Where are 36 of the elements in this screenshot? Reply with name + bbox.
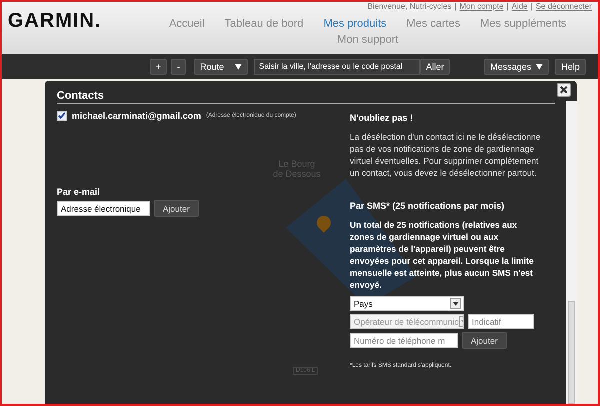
caret-icon xyxy=(235,64,242,70)
contact-email: michael.carminati@gmail.com xyxy=(72,111,202,121)
close-button[interactable] xyxy=(557,83,571,97)
checkbox[interactable] xyxy=(57,111,67,121)
sms-info-text: Un total de 25 notifications (relatives aux zones de gardiennage virtuel ou aux paramètres de l'appareil) peuvent être envoyées pour cet appareil. Lorsque la limite mensuelle est atteinte, plus aucun SMS n'est envoyé. xyxy=(350,219,535,291)
map-type-dropdown[interactable]: Route xyxy=(194,58,248,74)
phone-field[interactable]: Numéro de téléphone m xyxy=(350,333,458,348)
logo[interactable]: GARMIN. xyxy=(8,10,158,33)
reminder-text: La désélection d'un contact ici ne le désélectionne pas de vos notifications de zone de gardiennage virtuel éventuelles. Pour supprimer complètement un contact, vous devez le désélectionner partout. xyxy=(350,131,542,179)
account-link[interactable]: Se déconnecter xyxy=(536,2,592,11)
go-button[interactable]: Aller xyxy=(420,58,450,74)
zoom-out-button[interactable]: - xyxy=(171,58,186,74)
scrollbar-thumb[interactable] xyxy=(568,301,575,404)
account-link[interactable]: Mon compte xyxy=(460,2,504,11)
help-button[interactable]: Help xyxy=(555,58,586,74)
area-code-field[interactable]: Indicatif xyxy=(468,314,534,329)
add-button[interactable]: Ajouter xyxy=(154,200,199,217)
welcome-text: Bienvenue, Nutri-cycles xyxy=(368,2,452,11)
section-title: Par e-mail xyxy=(57,187,102,197)
country-dropdown[interactable]: Pays xyxy=(350,296,464,311)
email-field[interactable]: Adresse électronique xyxy=(57,201,150,216)
messages-dropdown[interactable]: Messages xyxy=(484,58,550,74)
separator: | xyxy=(530,2,533,11)
dialog-title: Contacts xyxy=(57,90,555,104)
close-icon xyxy=(560,86,568,94)
zoom-in-button[interactable]: + xyxy=(150,58,168,74)
account-link[interactable]: Aide xyxy=(512,2,528,11)
nav-link[interactable]: Mes produits xyxy=(324,18,387,30)
caret-icon xyxy=(536,64,544,70)
search-field[interactable]: Saisir la ville, l'adresse ou le code postal xyxy=(254,58,420,74)
separator: | xyxy=(454,2,457,11)
scrollbar[interactable] xyxy=(566,101,577,404)
section-title: Par SMS* (25 notifications par mois) xyxy=(350,201,506,211)
separator: | xyxy=(506,2,509,11)
add-button[interactable]: Ajouter xyxy=(462,332,507,349)
reminder-title: N'oubliez pas ! xyxy=(350,113,414,123)
